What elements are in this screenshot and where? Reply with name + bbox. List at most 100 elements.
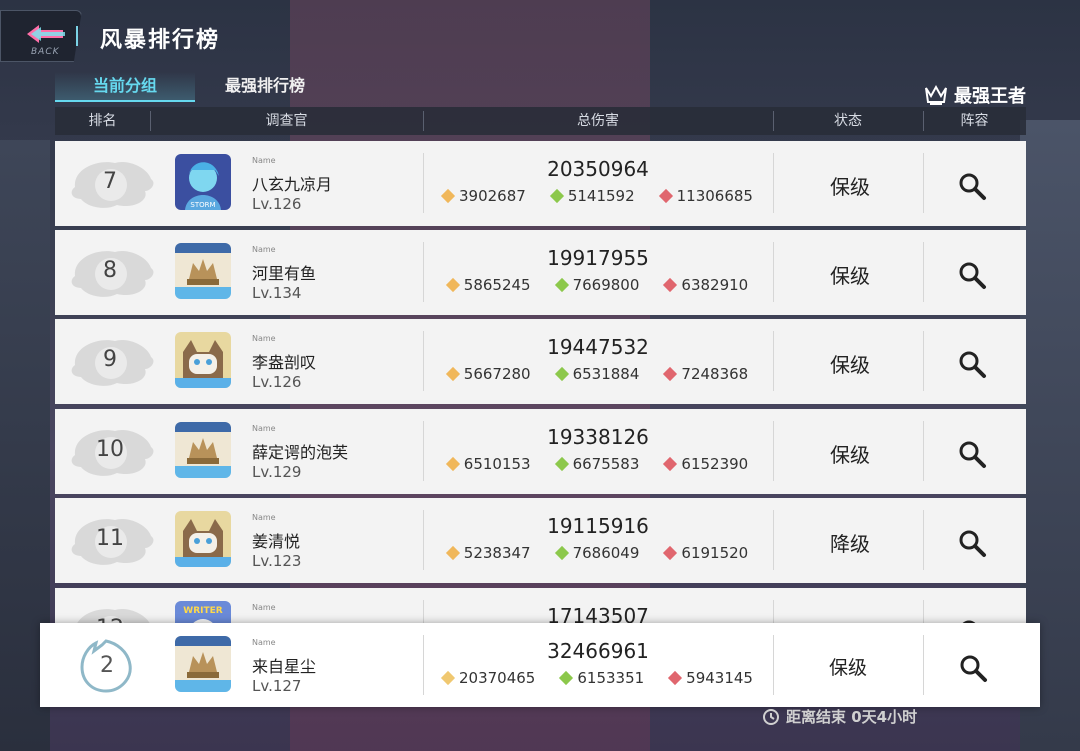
status-text: 降级: [830, 532, 870, 556]
element-damage-icon: [549, 188, 564, 204]
view-lineup-search-icon[interactable]: [957, 171, 987, 201]
rank-number: 7: [103, 169, 117, 194]
my-player-level: Lv.127: [252, 677, 302, 695]
status-text: 保级: [830, 175, 870, 199]
name-caption: Name: [252, 513, 276, 522]
ranking-row[interactable]: 11 Name 姜清悦 Lv.123 19115916 5238347 7686…: [55, 498, 1026, 583]
view-lineup-search-icon[interactable]: [957, 528, 987, 558]
player-avatar: STORM: [175, 154, 231, 210]
player-name: 河里有鱼: [252, 264, 317, 283]
player-level: Lv.134: [252, 284, 302, 302]
strongest-king-badge[interactable]: 最强王者: [924, 82, 1026, 108]
ranking-row[interactable]: 8 Name 河里有鱼 Lv.134 19917955 5865245 7669…: [55, 230, 1026, 315]
crown-wings-icon: [925, 84, 947, 105]
player-level: Lv.123: [252, 552, 302, 570]
element-damage-icon: [554, 366, 569, 382]
ranking-row[interactable]: 10 Name 薛定谔的泡芙 Lv.129 19338126 6510153 6…: [55, 409, 1026, 494]
my-damage-part-2: 6153351: [577, 669, 645, 687]
damage-part-2: 6531884: [572, 365, 640, 383]
damage-part-2: 7686049: [572, 544, 640, 562]
player-avatar: [175, 243, 231, 299]
element-damage-icon: [554, 456, 569, 472]
view-lineup-search-icon[interactable]: [957, 349, 987, 379]
countdown-text: 距离结束 0天4小时: [786, 708, 918, 726]
rank-number: 9: [103, 347, 117, 372]
physical-damage-icon: [440, 188, 456, 204]
physical-damage-icon: [445, 545, 460, 561]
clock-icon: [763, 708, 779, 725]
status-text: 保级: [830, 264, 870, 288]
ranking-row[interactable]: 7 STORM Name 八玄九凉月 Lv.126 20350964 39026…: [55, 141, 1026, 226]
king-label: 最强王者: [954, 86, 1026, 107]
view-lineup-search-icon[interactable]: [957, 439, 987, 469]
element-damage-icon: [554, 545, 569, 561]
total-damage: 20350964: [547, 157, 649, 181]
column-total-damage: 总伤害: [577, 113, 619, 129]
crit-damage-icon: [663, 456, 678, 472]
tab-bar: 当前分组 最强排行榜: [55, 72, 335, 102]
my-rank: 2: [100, 653, 114, 678]
name-caption: Name: [252, 156, 276, 165]
tab-strongest-ranking[interactable]: 最强排行榜: [195, 72, 335, 102]
back-label: BACK: [31, 47, 60, 57]
damage-part-2: 7669800: [572, 276, 640, 294]
player-avatar: [175, 332, 231, 388]
player-avatar: [175, 511, 231, 567]
name-caption: Name: [252, 424, 276, 433]
name-caption: Name: [252, 334, 276, 343]
back-arrow-icon: [27, 25, 65, 43]
title-divider: [76, 26, 78, 46]
ranking-row[interactable]: 12 WRITER Name 凉城 17143507 降级: [55, 588, 1026, 628]
view-lineup-search-icon[interactable]: [957, 260, 987, 290]
back-button[interactable]: BACK: [0, 10, 82, 62]
page-title: 风暴排行榜: [100, 28, 221, 53]
damage-part-3: 7248368: [681, 365, 749, 383]
my-avatar: [175, 636, 231, 692]
my-rank-row[interactable]: 2 Name 来自星尘 Lv.127 32466961 20370465 615…: [40, 623, 1040, 707]
crit-damage-icon: [663, 277, 678, 293]
ranking-row[interactable]: 9 Name 李盎剖叹 Lv.126 19447532 5667280 6531…: [55, 319, 1026, 404]
crit-damage-icon: [658, 188, 673, 204]
svg-text:WRITER: WRITER: [183, 606, 222, 616]
total-damage: 19917955: [547, 246, 649, 270]
rank-number: 10: [96, 437, 124, 462]
physical-damage-icon: [445, 277, 460, 293]
damage-part-3: 6152390: [681, 455, 749, 473]
column-lineup: 阵容: [960, 113, 989, 129]
physical-damage-icon: [440, 670, 456, 686]
damage-part-1: 6510153: [463, 455, 531, 473]
player-level: Lv.126: [252, 373, 302, 391]
player-level: Lv.126: [252, 195, 302, 213]
player-name: 薛定谔的泡芙: [252, 443, 349, 462]
name-caption: Name: [252, 638, 276, 647]
status-text: 保级: [830, 353, 870, 377]
player-name: 李盎剖叹: [252, 353, 317, 372]
total-damage: 19115916: [547, 514, 649, 538]
element-damage-icon: [559, 670, 574, 686]
name-caption: Name: [252, 245, 276, 254]
column-rank: 排名: [88, 113, 117, 129]
damage-part-2: 6675583: [572, 455, 640, 473]
rank-number: 11: [96, 526, 124, 551]
view-lineup-search-icon[interactable]: [958, 653, 988, 683]
damage-part-1: 5865245: [463, 276, 531, 294]
column-investigator: 调查官: [265, 113, 308, 129]
player-level: Lv.129: [252, 463, 302, 481]
tab-current-group[interactable]: 当前分组: [55, 72, 195, 102]
my-player-name: 来自星尘: [252, 657, 317, 676]
svg-text:STORM: STORM: [190, 201, 215, 209]
crit-damage-icon: [663, 545, 678, 561]
column-status: 状态: [834, 113, 862, 129]
my-damage-part-3: 5943145: [686, 669, 753, 687]
crit-damage-icon: [668, 670, 683, 686]
name-caption: Name: [252, 603, 276, 612]
damage-part-1: 5667280: [463, 365, 531, 383]
damage-part-3: 11306685: [676, 187, 753, 205]
table-header: 排名 调查官 总伤害 状态 阵容: [55, 107, 1026, 135]
player-name: 八玄九凉月: [252, 175, 333, 194]
status-text: 保级: [830, 443, 870, 467]
physical-damage-icon: [445, 456, 460, 472]
physical-damage-icon: [445, 366, 460, 382]
total-damage: 19338126: [547, 425, 649, 449]
player-avatar: [175, 422, 231, 478]
